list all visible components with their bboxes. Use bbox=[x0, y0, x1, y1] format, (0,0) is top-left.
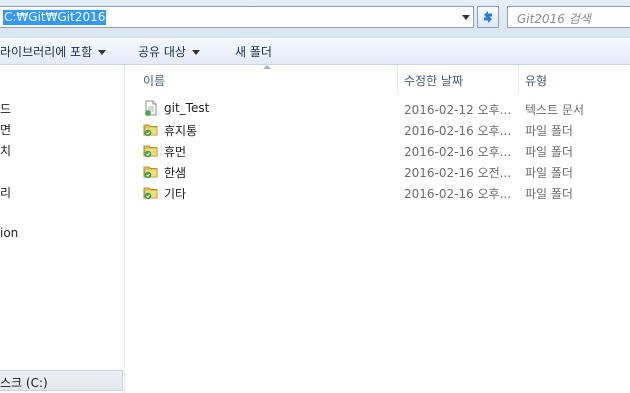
address-dropdown-button[interactable] bbox=[457, 6, 474, 28]
command-bar: 라이브러리에 포함 공유 대상 새 폴더 bbox=[0, 38, 630, 65]
file-list: 이름 수정한 날짜 유형 git_Test 2016-02-12 오후... 텍… bbox=[125, 65, 630, 393]
file-row[interactable]: git_Test 2016-02-12 오후... 텍스트 문서 bbox=[125, 98, 630, 119]
share-with-button[interactable]: 공유 대상 bbox=[138, 43, 200, 60]
column-header-name-label: 이름 bbox=[143, 74, 166, 88]
include-in-library-button[interactable]: 라이브러리에 포함 bbox=[0, 43, 107, 60]
new-folder-label: 새 폴더 bbox=[235, 45, 272, 59]
file-type: 파일 폴더 bbox=[525, 124, 573, 138]
file-name: 한샘 bbox=[164, 166, 187, 180]
folder-icon bbox=[143, 187, 158, 200]
column-header-modified-label: 수정한 날짜 bbox=[404, 74, 464, 88]
file-name: 휴지통 bbox=[164, 124, 198, 138]
folder-icon bbox=[143, 145, 158, 158]
address-bar-area: C:₩Git₩Git2016 Git2016 검색 bbox=[0, 0, 630, 39]
file-date: 2016-02-16 오후... bbox=[404, 145, 512, 159]
file-name: 휴먼 bbox=[164, 145, 187, 159]
file-type: 파일 폴더 bbox=[525, 166, 573, 180]
column-header-type-label: 유형 bbox=[525, 74, 548, 88]
file-date: 2016-02-16 오전... bbox=[404, 166, 512, 180]
file-name: 기타 bbox=[164, 187, 187, 201]
file-type: 파일 폴더 bbox=[525, 187, 573, 201]
file-name: git_Test bbox=[164, 101, 210, 115]
nav-item[interactable]: 리 bbox=[0, 184, 11, 201]
refresh-icon bbox=[484, 11, 492, 23]
chevron-down-icon bbox=[98, 50, 107, 55]
file-type: 텍스트 문서 bbox=[525, 103, 585, 117]
address-input[interactable]: C:₩Git₩Git2016 bbox=[0, 6, 474, 28]
file-date: 2016-02-12 오후... bbox=[404, 103, 512, 117]
chevron-down-icon bbox=[191, 50, 200, 55]
nav-item-local-disk[interactable]: 스크 (C:) bbox=[0, 370, 123, 391]
folder-icon bbox=[143, 166, 158, 179]
text-file-icon bbox=[145, 100, 157, 116]
column-header-type[interactable]: 유형 bbox=[519, 65, 630, 93]
file-type: 파일 폴더 bbox=[525, 145, 573, 159]
nav-item[interactable]: 치 bbox=[0, 142, 11, 159]
refresh-button[interactable] bbox=[477, 6, 499, 28]
share-with-label: 공유 대상 bbox=[138, 45, 186, 59]
file-row[interactable]: 기타 2016-02-16 오후... 파일 폴더 bbox=[125, 182, 630, 203]
file-row[interactable]: 휴먼 2016-02-16 오후... 파일 폴더 bbox=[125, 140, 630, 161]
search-input[interactable]: Git2016 검색 bbox=[507, 6, 630, 28]
file-date: 2016-02-16 오후... bbox=[404, 187, 512, 201]
new-folder-button[interactable]: 새 폴더 bbox=[235, 43, 272, 60]
folder-icon bbox=[143, 124, 158, 137]
nav-item[interactable]: ion bbox=[0, 226, 18, 240]
file-date: 2016-02-16 오후... bbox=[404, 124, 512, 138]
search-placeholder: Git2016 검색 bbox=[517, 12, 591, 26]
file-row[interactable]: 휴지통 2016-02-16 오후... 파일 폴더 bbox=[125, 119, 630, 140]
column-header-modified[interactable]: 수정한 날짜 bbox=[398, 65, 518, 93]
address-path-text[interactable]: C:₩Git₩Git2016 bbox=[3, 10, 107, 25]
nav-item[interactable]: 드 bbox=[0, 100, 11, 117]
column-header-name[interactable]: 이름 bbox=[125, 65, 397, 93]
file-row[interactable]: 한샘 2016-02-16 오전... 파일 폴더 bbox=[125, 161, 630, 182]
navigation-pane: 드 면 치 리 ion 스크 (C:) bbox=[0, 65, 125, 393]
include-in-library-label: 라이브러리에 포함 bbox=[0, 45, 93, 59]
nav-item[interactable]: 면 bbox=[0, 121, 11, 138]
nav-item-local-disk-label: 스크 (C:) bbox=[0, 376, 48, 390]
